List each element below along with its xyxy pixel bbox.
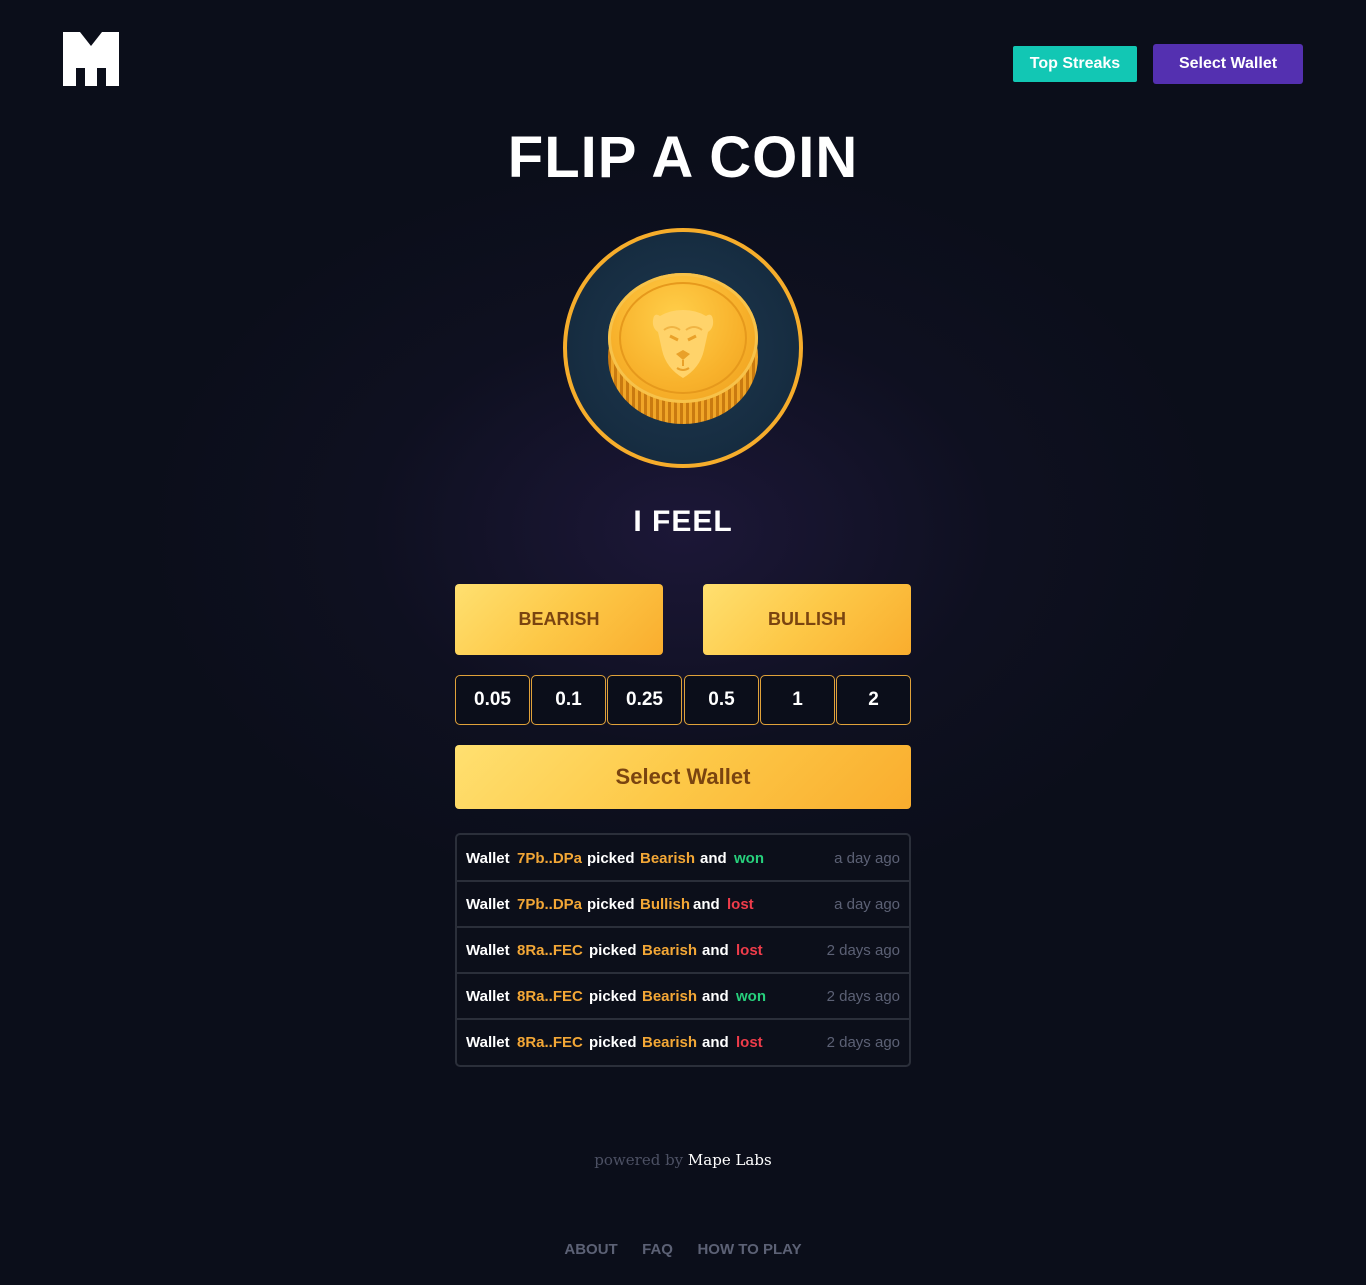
timestamp: a day ago (834, 850, 900, 867)
list-item: Wallet 8Ra..FEC picked Bearish and lost … (457, 927, 909, 974)
wallet-label: Wallet (466, 850, 510, 867)
picked-label: picked (587, 896, 635, 913)
select-wallet-button[interactable]: Select Wallet (455, 745, 911, 809)
wallet-label: Wallet (466, 942, 510, 959)
faq-link[interactable]: FAQ (642, 1241, 673, 1258)
recent-flips-list: Wallet 7Pb..DPa picked Bearish and won a… (455, 833, 911, 1067)
powered-prefix: powered by (594, 1151, 684, 1169)
wallet-address[interactable]: 7Pb..DPa (517, 850, 582, 867)
amount-option[interactable]: 0.05 (455, 675, 530, 725)
wallet-address[interactable]: 7Pb..DPa (517, 896, 582, 913)
select-wallet-header-button[interactable]: Select Wallet (1153, 44, 1303, 84)
picked-side: Bearish (642, 942, 698, 959)
result: lost (736, 942, 763, 959)
about-link[interactable]: ABOUT (564, 1241, 617, 1258)
amount-option[interactable]: 0.5 (684, 675, 759, 725)
bull-head-icon (652, 310, 714, 378)
amount-option[interactable]: 1 (760, 675, 835, 725)
amount-option[interactable]: 2 (836, 675, 911, 725)
picked-label: picked (589, 988, 637, 1005)
wallet-label: Wallet (466, 1034, 510, 1051)
list-item: Wallet 7Pb..DPa picked Bearish and won a… (457, 835, 909, 882)
result: lost (727, 896, 754, 913)
picked-side: Bearish (642, 988, 698, 1005)
timestamp: 2 days ago (826, 942, 900, 959)
bearish-button[interactable]: BEARISH (455, 584, 663, 655)
wallet-label: Wallet (466, 988, 510, 1005)
bullish-button[interactable]: BULLISH (703, 584, 911, 655)
picked-side: Bullish (640, 896, 691, 913)
list-item: Wallet 8Ra..FEC picked Bearish and won 2… (457, 973, 909, 1020)
picked-label: picked (589, 942, 637, 959)
wallet-label: Wallet (466, 896, 510, 913)
result: lost (736, 1034, 763, 1051)
powered-brand-link[interactable]: Mape Labs (688, 1151, 772, 1169)
powered-by: powered by Mape Labs (0, 1151, 1366, 1169)
wallet-address[interactable]: 8Ra..FEC (517, 988, 583, 1005)
amount-option[interactable]: 0.25 (607, 675, 682, 725)
wallet-address[interactable]: 8Ra..FEC (517, 942, 583, 959)
and-label: and (702, 942, 729, 959)
list-item: Wallet 8Ra..FEC picked Bearish and lost … (457, 1019, 909, 1064)
timestamp: a day ago (834, 896, 900, 913)
wallet-address[interactable]: 8Ra..FEC (517, 1034, 583, 1051)
and-label: and (700, 850, 727, 867)
timestamp: 2 days ago (826, 1034, 900, 1051)
picked-label: picked (589, 1034, 637, 1051)
feel-label: I FEEL (633, 505, 733, 538)
picked-side: Bearish (642, 1034, 698, 1051)
result: won (734, 850, 764, 867)
footer-nav: ABOUT FAQ HOW TO PLAY (0, 1241, 1366, 1259)
list-item: Wallet 7Pb..DPa picked Bullish and lost … (457, 881, 909, 928)
amount-option[interactable]: 0.1 (531, 675, 606, 725)
result: won (736, 988, 766, 1005)
amount-selector: 0.05 0.1 0.25 0.5 1 2 (455, 675, 911, 725)
page-title: FLIP A COIN (507, 125, 859, 190)
picked-label: picked (587, 850, 635, 867)
picked-side: Bearish (640, 850, 696, 867)
how-to-play-link[interactable]: HOW TO PLAY (697, 1241, 801, 1258)
and-label: and (702, 988, 729, 1005)
timestamp: 2 days ago (826, 988, 900, 1005)
logo[interactable] (63, 32, 119, 86)
top-streaks-button[interactable]: Top Streaks (1013, 46, 1137, 82)
and-label: and (702, 1034, 729, 1051)
and-label: and (693, 896, 720, 913)
